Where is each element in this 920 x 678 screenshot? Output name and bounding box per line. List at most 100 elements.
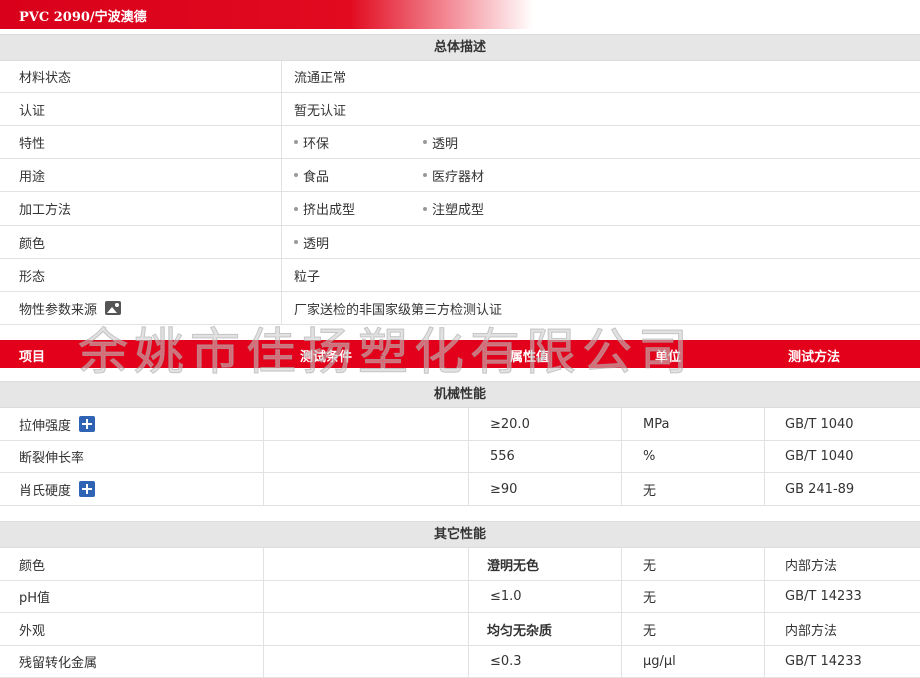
bullet-text: 医疗器材 (432, 169, 485, 185)
col-value: 属性值 (510, 350, 550, 365)
column-divider (764, 408, 765, 440)
overview-label-text: 认证 (19, 103, 46, 119)
property-value: 澄明无色 (487, 548, 539, 580)
overview-label: 加工方法 (19, 192, 71, 225)
property-item: 拉伸强度 (19, 408, 96, 440)
property-method: 内部方法 (785, 613, 837, 645)
overview-label-text: 形态 (19, 269, 46, 285)
property-unit-text: 无 (643, 591, 657, 606)
overview-label: 材料状态 (19, 61, 71, 92)
property-unit-text: % (643, 449, 656, 464)
overview-value-text: 厂家送检的非国家级第三方检测认证 (294, 302, 503, 318)
property-item-text: 肖氏硬度 (19, 483, 72, 499)
property-value: 均匀无杂质 (487, 613, 552, 645)
property-row: 拉伸强度 ≥20.0 MPa GB/T 1040 (0, 408, 920, 441)
bullet-text: 食品 (303, 169, 330, 185)
overview-label-text: 材料状态 (19, 71, 72, 86)
overview-bullet-item: 透明 (294, 233, 419, 252)
property-unit-text: μg/μl (643, 654, 676, 669)
property-item-text: 外观 (19, 623, 46, 639)
column-divider (621, 441, 622, 472)
property-item-text: 断裂伸长率 (19, 451, 85, 466)
photo-icon[interactable] (105, 301, 122, 315)
property-unit: % (643, 441, 655, 472)
column-divider (468, 408, 469, 440)
column-divider (263, 408, 264, 440)
overview-bullet-item: 医疗器材 (423, 166, 493, 185)
overview-bullet-item: 环保 (294, 133, 419, 152)
overview-label-text: 用途 (19, 169, 46, 185)
property-value: ≤0.3 (490, 646, 522, 677)
property-unit-text: 无 (643, 483, 657, 499)
mechanical-heading: 机械性能 (0, 381, 920, 408)
bullet-text: 注塑成型 (432, 203, 485, 218)
overview-row: 物性参数来源 厂家送检的非国家级第三方检测认证 (0, 292, 920, 325)
property-unit-text: 无 (643, 623, 657, 639)
column-divider (764, 581, 765, 612)
overview-value: 食品 医疗器材 (294, 159, 553, 191)
column-divider (263, 581, 264, 612)
column-divider (281, 292, 282, 324)
property-unit-text: 无 (643, 558, 657, 574)
property-method: GB/T 1040 (785, 408, 854, 440)
column-divider (468, 613, 469, 645)
property-item: 残留转化金属 (19, 646, 97, 677)
overview-value: 粒子 (294, 259, 320, 291)
overview-label: 用途 (19, 159, 45, 191)
column-divider (263, 548, 264, 580)
property-unit: 无 (643, 473, 656, 505)
property-method: GB 241-89 (785, 473, 854, 505)
property-item: 断裂伸长率 (19, 441, 84, 472)
bullet-dot-icon (423, 140, 427, 144)
overview-value-text: 流通正常 (294, 71, 347, 86)
plus-icon[interactable] (79, 481, 96, 497)
property-method-text: GB/T 14233 (785, 589, 862, 604)
column-divider (281, 259, 282, 291)
column-divider (764, 646, 765, 677)
property-method-text: GB 241-89 (785, 481, 855, 497)
bullet-dot-icon (294, 206, 298, 211)
property-row: 残留转化金属 ≤0.3 μg/μl GB/T 14233 (0, 646, 920, 678)
overview-label-text: 物性参数来源 (19, 302, 98, 318)
column-divider (468, 581, 469, 612)
other-heading: 其它性能 (0, 521, 920, 548)
property-item: 颜色 (19, 548, 45, 580)
property-value-text: ≤0.3 (490, 654, 522, 669)
property-method-text: GB/T 1040 (785, 449, 854, 464)
column-divider (764, 441, 765, 472)
column-divider (263, 646, 264, 677)
overview-label: 物性参数来源 (19, 292, 122, 324)
property-row: 颜色 澄明无色 无 内部方法 (0, 548, 920, 581)
overview-label-text: 特性 (19, 136, 46, 152)
property-row: 肖氏硬度 ≥90 无 GB 241-89 (0, 473, 920, 506)
column-divider (468, 646, 469, 677)
property-item: 外观 (19, 613, 45, 645)
property-method-text: 内部方法 (785, 623, 838, 639)
column-divider (263, 613, 264, 645)
overview-label: 形态 (19, 259, 45, 291)
column-divider (281, 61, 282, 92)
overview-row: 形态 粒子 (0, 259, 920, 292)
overview-row: 颜色 透明 (0, 226, 920, 259)
property-method-text: GB/T 1040 (785, 416, 854, 432)
property-method: GB/T 14233 (785, 646, 862, 677)
property-item: pH值 (19, 581, 50, 612)
overview-row: 加工方法 挤出成型 注塑成型 (0, 192, 920, 226)
bullet-dot-icon (423, 206, 427, 211)
overview-label-text: 加工方法 (19, 203, 72, 218)
column-divider (281, 126, 282, 158)
overview-value: 透明 (294, 226, 423, 258)
overview-value-text: 粒子 (294, 269, 321, 285)
overview-heading: 总体描述 (0, 34, 920, 61)
property-unit: 无 (643, 581, 656, 612)
property-method-text: 内部方法 (785, 558, 838, 574)
overview-value-text: 暂无认证 (294, 103, 347, 119)
overview-label: 认证 (19, 93, 45, 125)
property-item-text: 残留转化金属 (19, 656, 98, 671)
overview-row: 材料状态 流通正常 (0, 61, 920, 93)
column-divider (468, 548, 469, 580)
plus-icon[interactable] (79, 416, 96, 432)
bullet-text: 环保 (303, 136, 330, 152)
overview-label-text: 颜色 (19, 236, 46, 252)
column-divider (764, 613, 765, 645)
